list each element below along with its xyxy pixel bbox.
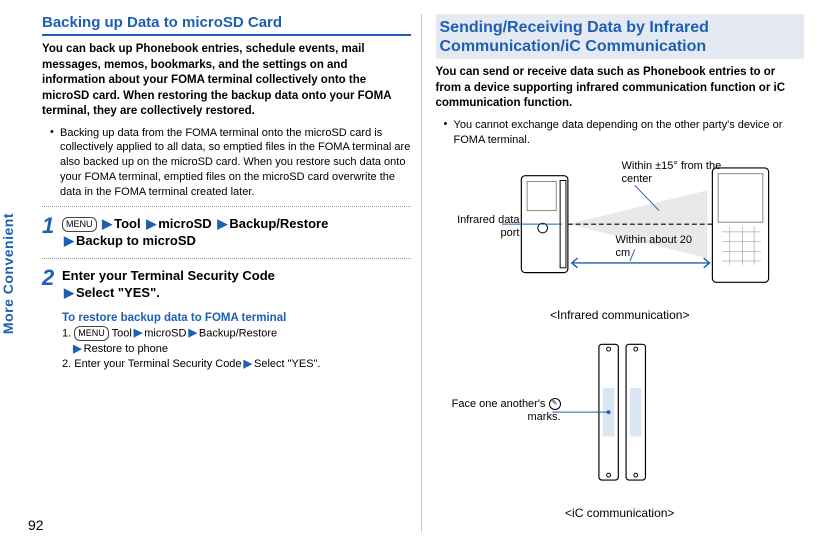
r2-line: 2. Enter your Terminal Security Code <box>62 358 242 370</box>
step-1: 1 MENU ▶Tool ▶microSD ▶Backup/Restore ▶B… <box>42 215 411 250</box>
divider <box>42 258 411 259</box>
step2-line1: Enter your Terminal Security Code <box>62 268 275 283</box>
step1-microsd: microSD <box>158 216 211 231</box>
step1-target: Backup to microSD <box>76 233 196 248</box>
step-number-2: 2 <box>42 267 62 302</box>
r1-target: Restore to phone <box>84 343 168 355</box>
left-title: Backing up Data to microSD Card <box>42 14 411 36</box>
page-number: 92 <box>28 517 44 533</box>
bullet-dot: • <box>50 126 60 200</box>
label-face-post: marks. <box>528 411 561 423</box>
ic-diagram: Face one another's ✎ marks. <box>436 332 805 502</box>
r1-br: Backup/Restore <box>199 327 277 339</box>
r2-select: Select "YES". <box>254 358 321 370</box>
label-distance: Within about 20 cm <box>616 234 696 262</box>
label-angle: Within ±15° from the center <box>622 160 722 188</box>
step-number-1: 1 <box>42 215 62 250</box>
step1-br: Backup/Restore <box>229 216 328 231</box>
arrow-icon: ▶ <box>71 343 83 355</box>
step2-line2: Select "YES". <box>76 285 160 300</box>
arrow-icon: ▶ <box>100 216 114 231</box>
right-bullet-1: You cannot exchange data depending on th… <box>454 118 805 148</box>
restore-steps: 1. MENU Tool▶microSD▶Backup/Restore ▶Res… <box>62 326 411 373</box>
bullet-dot: • <box>444 118 454 148</box>
infrared-caption: <Infrared communication> <box>436 308 805 322</box>
infrared-diagram: Infrared data port Within ±15° from the … <box>436 154 805 304</box>
step1-tool: Tool <box>114 216 140 231</box>
label-face-pre: Face one another's <box>452 398 549 410</box>
restore-subtitle: To restore backup data to FOMA terminal <box>62 312 411 324</box>
side-tab-label: More Convenient <box>0 213 36 334</box>
left-bullet-1: Backing up data from the FOMA terminal o… <box>60 126 411 200</box>
felica-mark-icon: ✎ <box>549 398 561 410</box>
r1-tool: Tool <box>112 327 132 339</box>
r1-microsd: microSD <box>144 327 186 339</box>
menu-key-icon: MENU <box>62 217 97 232</box>
divider <box>42 206 411 207</box>
arrow-icon: ▶ <box>132 327 144 339</box>
ic-caption: <iC communication> <box>436 506 805 520</box>
arrow-icon: ▶ <box>62 233 76 248</box>
arrow-icon: ▶ <box>144 216 158 231</box>
arrow-icon: ▶ <box>186 327 198 339</box>
left-intro: You can back up Phonebook entries, sched… <box>42 42 411 120</box>
left-column: Backing up Data to microSD Card You can … <box>36 14 422 533</box>
arrow-icon: ▶ <box>215 216 229 231</box>
right-intro: You can send or receive data such as Pho… <box>436 65 805 112</box>
label-ir-port: Infrared data port <box>436 214 520 242</box>
step-2: 2 Enter your Terminal Security Code ▶Sel… <box>42 267 411 302</box>
r1-leading: 1. <box>62 327 71 339</box>
right-column: Sending/Receiving Data by Infrared Commu… <box>430 14 811 533</box>
arrow-icon: ▶ <box>62 285 76 300</box>
menu-key-icon: MENU <box>74 326 109 341</box>
arrow-icon: ▶ <box>242 358 254 370</box>
label-face-marks: Face one another's ✎ marks. <box>446 398 561 426</box>
right-title: Sending/Receiving Data by Infrared Commu… <box>436 14 805 59</box>
